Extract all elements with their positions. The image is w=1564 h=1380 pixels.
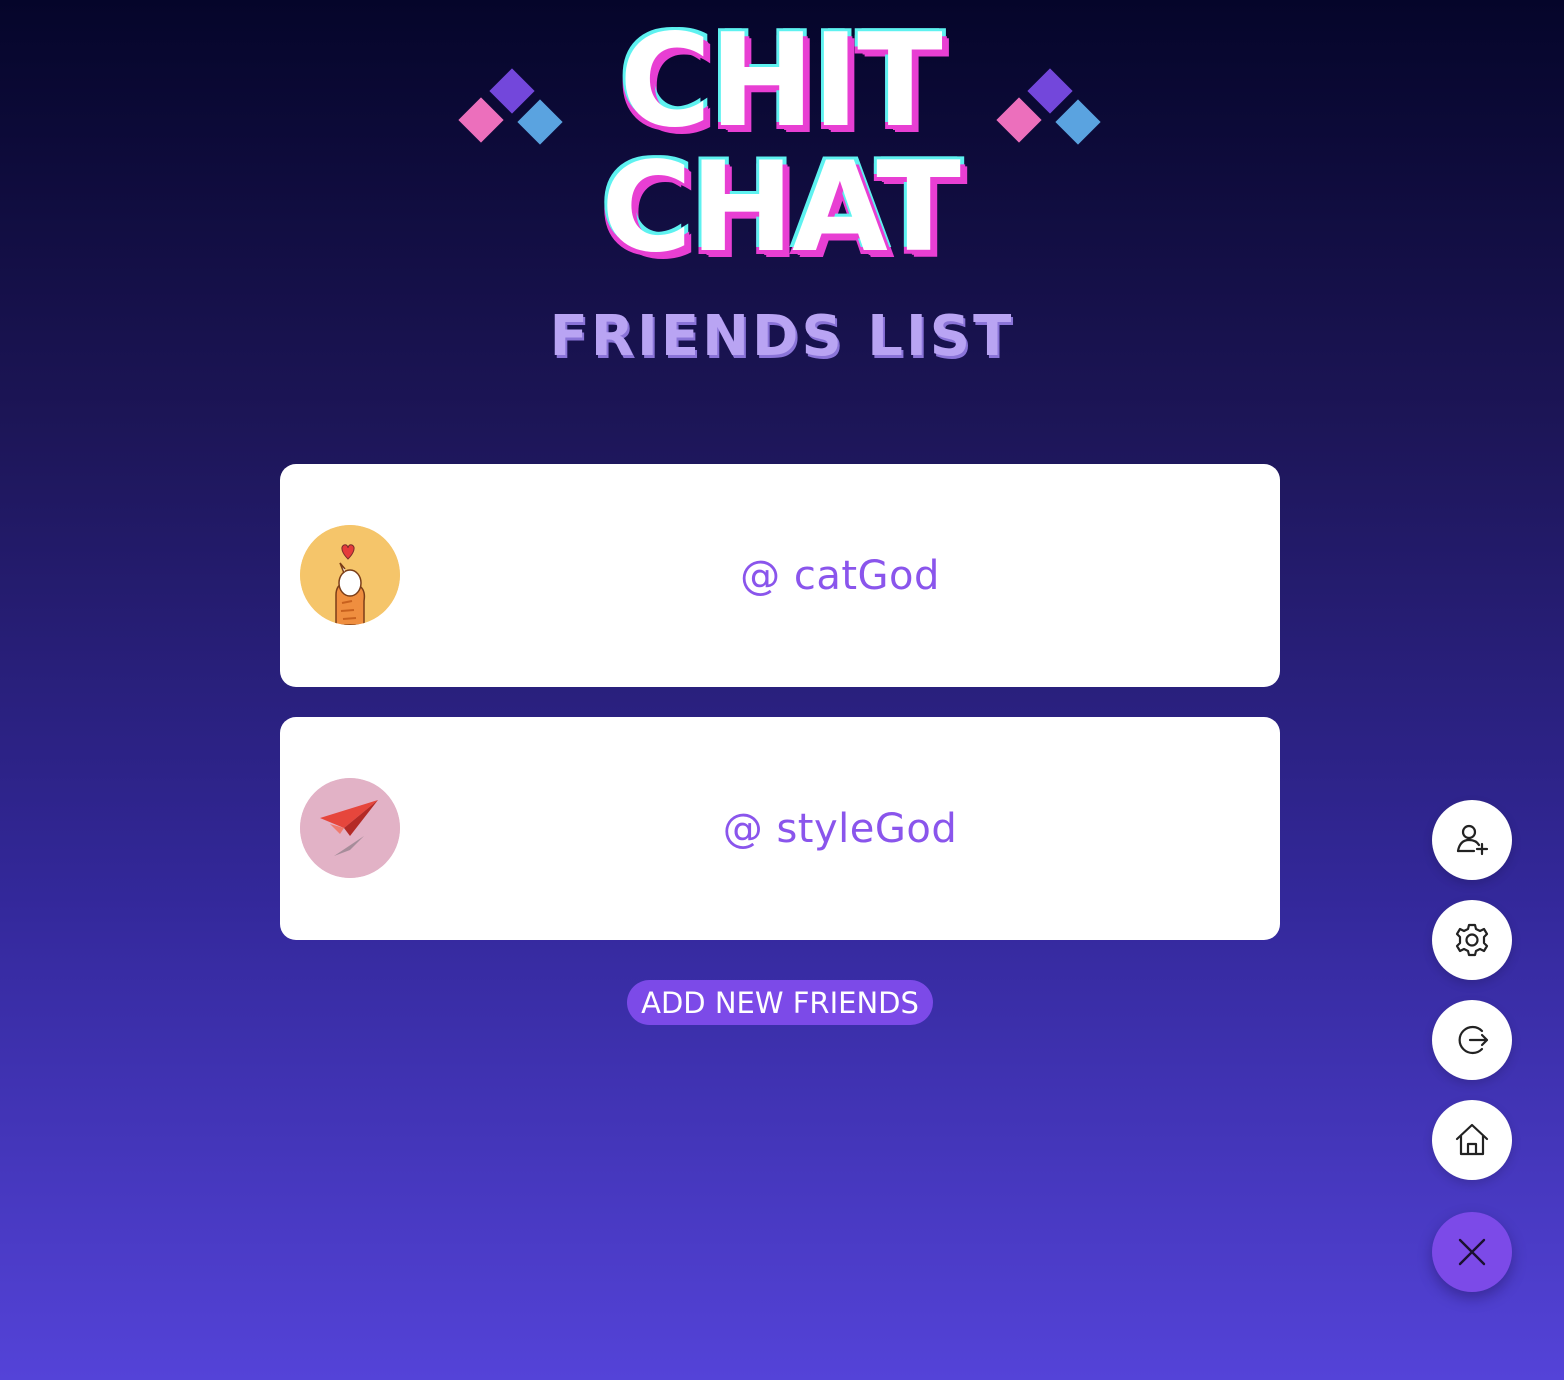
logo-text-line2: CHAT xyxy=(601,136,961,280)
paper-plane-icon xyxy=(300,778,400,878)
friend-handle: @ catGod xyxy=(740,552,940,599)
settings-button[interactable] xyxy=(1432,900,1512,980)
friend-card[interactable]: @ catGod xyxy=(280,464,1280,687)
gear-icon xyxy=(1455,923,1489,957)
add-user-icon xyxy=(1456,824,1489,856)
friend-card[interactable]: @ styleGod xyxy=(280,717,1280,940)
cat-paw-heart-icon xyxy=(300,525,400,625)
home-button[interactable] xyxy=(1432,1100,1512,1180)
page-title: FRIENDS LIST xyxy=(549,304,1015,369)
add-friend-button[interactable] xyxy=(1432,800,1512,880)
home-icon xyxy=(1455,1123,1489,1156)
logout-icon xyxy=(1458,1025,1489,1055)
app-logo: CHIT CHAT xyxy=(440,18,1120,280)
logout-button[interactable] xyxy=(1432,1000,1512,1080)
friend-handle: @ styleGod xyxy=(722,805,958,852)
sparkle-right-icon xyxy=(994,66,1106,156)
friends-list: @ catGod @ styleGod xyxy=(280,464,1280,970)
add-new-friends-button[interactable]: ADD NEW FRIENDS xyxy=(627,980,933,1025)
close-menu-button[interactable] xyxy=(1432,1212,1512,1292)
close-icon xyxy=(1458,1238,1486,1266)
